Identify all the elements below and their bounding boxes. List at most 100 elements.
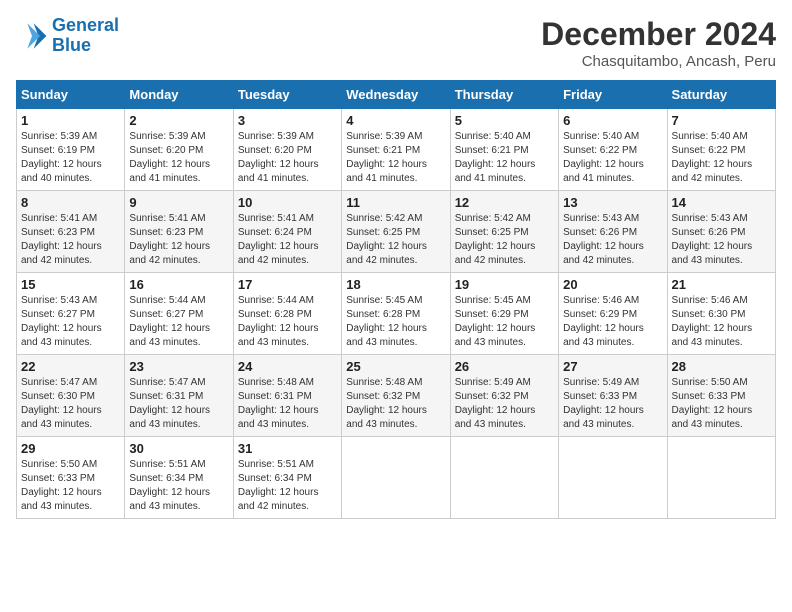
day-number: 7 xyxy=(672,113,771,128)
header-friday: Friday xyxy=(559,81,667,109)
day-info: Sunrise: 5:44 AM Sunset: 6:28 PM Dayligh… xyxy=(238,294,337,350)
calendar-row: 15 Sunrise: 5:43 AM Sunset: 6:27 PM Dayl… xyxy=(17,273,776,355)
day-cell: 3 Sunrise: 5:39 AM Sunset: 6:20 PM Dayli… xyxy=(233,109,341,191)
day-number: 15 xyxy=(21,277,120,292)
day-info: Sunrise: 5:40 AM Sunset: 6:21 PM Dayligh… xyxy=(455,130,554,186)
day-cell: 26 Sunrise: 5:49 AM Sunset: 6:32 PM Dayl… xyxy=(450,355,558,437)
day-info: Sunrise: 5:42 AM Sunset: 6:25 PM Dayligh… xyxy=(346,212,445,268)
day-cell: 1 Sunrise: 5:39 AM Sunset: 6:19 PM Dayli… xyxy=(17,109,125,191)
day-number: 8 xyxy=(21,195,120,210)
day-info: Sunrise: 5:48 AM Sunset: 6:32 PM Dayligh… xyxy=(346,376,445,432)
logo-icon xyxy=(16,20,48,52)
day-info: Sunrise: 5:40 AM Sunset: 6:22 PM Dayligh… xyxy=(563,130,662,186)
logo-text: General Blue xyxy=(52,16,119,56)
header-sunday: Sunday xyxy=(17,81,125,109)
day-info: Sunrise: 5:48 AM Sunset: 6:31 PM Dayligh… xyxy=(238,376,337,432)
day-info: Sunrise: 5:41 AM Sunset: 6:23 PM Dayligh… xyxy=(21,212,120,268)
day-cell: 20 Sunrise: 5:46 AM Sunset: 6:29 PM Dayl… xyxy=(559,273,667,355)
title-area: December 2024 Chasquitambo, Ancash, Peru xyxy=(541,16,776,70)
calendar-table: Sunday Monday Tuesday Wednesday Thursday… xyxy=(16,80,776,519)
day-cell: 12 Sunrise: 5:42 AM Sunset: 6:25 PM Dayl… xyxy=(450,191,558,273)
header-thursday: Thursday xyxy=(450,81,558,109)
day-number: 22 xyxy=(21,359,120,374)
day-number: 31 xyxy=(238,441,337,456)
day-info: Sunrise: 5:45 AM Sunset: 6:28 PM Dayligh… xyxy=(346,294,445,350)
day-cell: 19 Sunrise: 5:45 AM Sunset: 6:29 PM Dayl… xyxy=(450,273,558,355)
day-info: Sunrise: 5:46 AM Sunset: 6:30 PM Dayligh… xyxy=(672,294,771,350)
day-number: 23 xyxy=(129,359,228,374)
day-info: Sunrise: 5:46 AM Sunset: 6:29 PM Dayligh… xyxy=(563,294,662,350)
day-cell: 31 Sunrise: 5:51 AM Sunset: 6:34 PM Dayl… xyxy=(233,437,341,519)
day-info: Sunrise: 5:49 AM Sunset: 6:32 PM Dayligh… xyxy=(455,376,554,432)
empty-cell xyxy=(559,437,667,519)
logo-line2: Blue xyxy=(52,35,91,55)
calendar-row: 22 Sunrise: 5:47 AM Sunset: 6:30 PM Dayl… xyxy=(17,355,776,437)
day-number: 29 xyxy=(21,441,120,456)
empty-cell xyxy=(342,437,450,519)
day-info: Sunrise: 5:50 AM Sunset: 6:33 PM Dayligh… xyxy=(672,376,771,432)
day-info: Sunrise: 5:39 AM Sunset: 6:19 PM Dayligh… xyxy=(21,130,120,186)
day-number: 30 xyxy=(129,441,228,456)
page-header: General Blue December 2024 Chasquitambo,… xyxy=(16,16,776,70)
calendar-row: 1 Sunrise: 5:39 AM Sunset: 6:19 PM Dayli… xyxy=(17,109,776,191)
day-cell: 14 Sunrise: 5:43 AM Sunset: 6:26 PM Dayl… xyxy=(667,191,775,273)
day-number: 10 xyxy=(238,195,337,210)
day-info: Sunrise: 5:43 AM Sunset: 6:26 PM Dayligh… xyxy=(672,212,771,268)
day-cell: 18 Sunrise: 5:45 AM Sunset: 6:28 PM Dayl… xyxy=(342,273,450,355)
day-cell: 21 Sunrise: 5:46 AM Sunset: 6:30 PM Dayl… xyxy=(667,273,775,355)
day-number: 24 xyxy=(238,359,337,374)
day-number: 17 xyxy=(238,277,337,292)
day-cell: 17 Sunrise: 5:44 AM Sunset: 6:28 PM Dayl… xyxy=(233,273,341,355)
day-cell: 25 Sunrise: 5:48 AM Sunset: 6:32 PM Dayl… xyxy=(342,355,450,437)
day-info: Sunrise: 5:42 AM Sunset: 6:25 PM Dayligh… xyxy=(455,212,554,268)
day-cell: 11 Sunrise: 5:42 AM Sunset: 6:25 PM Dayl… xyxy=(342,191,450,273)
day-cell: 22 Sunrise: 5:47 AM Sunset: 6:30 PM Dayl… xyxy=(17,355,125,437)
day-number: 25 xyxy=(346,359,445,374)
location-title: Chasquitambo, Ancash, Peru xyxy=(541,53,776,70)
day-number: 28 xyxy=(672,359,771,374)
day-number: 18 xyxy=(346,277,445,292)
day-number: 19 xyxy=(455,277,554,292)
day-info: Sunrise: 5:39 AM Sunset: 6:21 PM Dayligh… xyxy=(346,130,445,186)
day-cell: 2 Sunrise: 5:39 AM Sunset: 6:20 PM Dayli… xyxy=(125,109,233,191)
day-number: 26 xyxy=(455,359,554,374)
day-info: Sunrise: 5:51 AM Sunset: 6:34 PM Dayligh… xyxy=(238,458,337,514)
month-title: December 2024 xyxy=(541,16,776,53)
day-number: 5 xyxy=(455,113,554,128)
header-saturday: Saturday xyxy=(667,81,775,109)
day-info: Sunrise: 5:45 AM Sunset: 6:29 PM Dayligh… xyxy=(455,294,554,350)
day-number: 11 xyxy=(346,195,445,210)
header-monday: Monday xyxy=(125,81,233,109)
day-cell: 28 Sunrise: 5:50 AM Sunset: 6:33 PM Dayl… xyxy=(667,355,775,437)
day-number: 4 xyxy=(346,113,445,128)
day-number: 1 xyxy=(21,113,120,128)
day-info: Sunrise: 5:39 AM Sunset: 6:20 PM Dayligh… xyxy=(238,130,337,186)
day-info: Sunrise: 5:50 AM Sunset: 6:33 PM Dayligh… xyxy=(21,458,120,514)
logo: General Blue xyxy=(16,16,119,56)
day-number: 14 xyxy=(672,195,771,210)
day-info: Sunrise: 5:51 AM Sunset: 6:34 PM Dayligh… xyxy=(129,458,228,514)
day-cell: 29 Sunrise: 5:50 AM Sunset: 6:33 PM Dayl… xyxy=(17,437,125,519)
day-info: Sunrise: 5:44 AM Sunset: 6:27 PM Dayligh… xyxy=(129,294,228,350)
day-cell: 4 Sunrise: 5:39 AM Sunset: 6:21 PM Dayli… xyxy=(342,109,450,191)
empty-cell xyxy=(667,437,775,519)
empty-cell xyxy=(450,437,558,519)
day-number: 13 xyxy=(563,195,662,210)
calendar-row: 29 Sunrise: 5:50 AM Sunset: 6:33 PM Dayl… xyxy=(17,437,776,519)
day-info: Sunrise: 5:47 AM Sunset: 6:31 PM Dayligh… xyxy=(129,376,228,432)
day-number: 12 xyxy=(455,195,554,210)
calendar-header-row: Sunday Monday Tuesday Wednesday Thursday… xyxy=(17,81,776,109)
day-info: Sunrise: 5:41 AM Sunset: 6:24 PM Dayligh… xyxy=(238,212,337,268)
day-cell: 10 Sunrise: 5:41 AM Sunset: 6:24 PM Dayl… xyxy=(233,191,341,273)
day-number: 3 xyxy=(238,113,337,128)
day-number: 6 xyxy=(563,113,662,128)
day-info: Sunrise: 5:43 AM Sunset: 6:27 PM Dayligh… xyxy=(21,294,120,350)
day-info: Sunrise: 5:47 AM Sunset: 6:30 PM Dayligh… xyxy=(21,376,120,432)
day-cell: 30 Sunrise: 5:51 AM Sunset: 6:34 PM Dayl… xyxy=(125,437,233,519)
logo-line1: General xyxy=(52,15,119,35)
day-cell: 23 Sunrise: 5:47 AM Sunset: 6:31 PM Dayl… xyxy=(125,355,233,437)
day-number: 9 xyxy=(129,195,228,210)
day-cell: 5 Sunrise: 5:40 AM Sunset: 6:21 PM Dayli… xyxy=(450,109,558,191)
day-cell: 9 Sunrise: 5:41 AM Sunset: 6:23 PM Dayli… xyxy=(125,191,233,273)
day-number: 2 xyxy=(129,113,228,128)
